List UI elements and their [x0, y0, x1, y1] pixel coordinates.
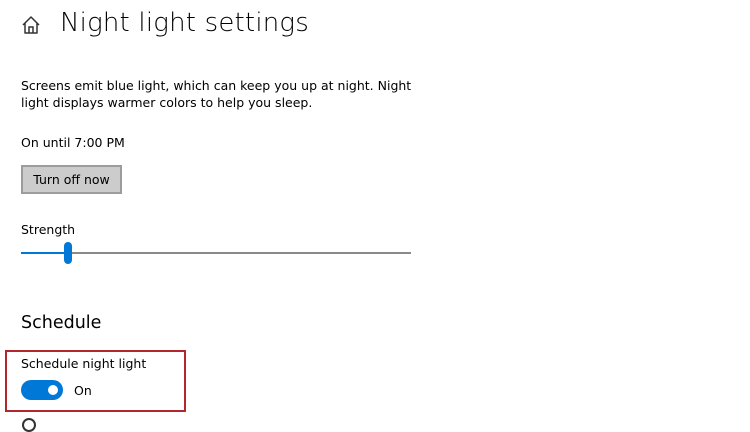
night-light-description: Screens emit blue light, which can keep …	[21, 78, 412, 110]
schedule-night-light-toggle[interactable]	[21, 380, 63, 400]
slider-track[interactable]	[21, 252, 411, 254]
strength-slider[interactable]	[21, 242, 411, 264]
schedule-night-light-label: Schedule night light	[21, 356, 147, 371]
toggle-state-text: On	[74, 383, 92, 398]
turn-off-now-button[interactable]: Turn off now	[21, 165, 122, 194]
page-title: Night light settings	[60, 8, 309, 38]
toggle-knob	[48, 385, 58, 395]
slider-thumb[interactable]	[63, 242, 72, 264]
slider-fill	[21, 252, 68, 254]
status-text: On until 7:00 PM	[21, 135, 125, 150]
radio-button[interactable]	[22, 418, 36, 432]
strength-label: Strength	[21, 222, 76, 237]
schedule-heading: Schedule	[21, 313, 102, 333]
home-icon[interactable]	[20, 14, 42, 36]
